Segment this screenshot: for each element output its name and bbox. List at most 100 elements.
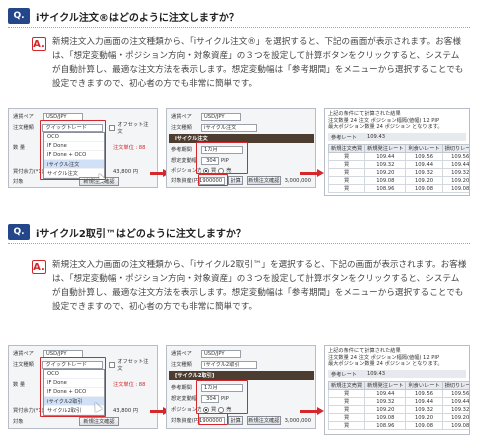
confirm-button[interactable]: 新規注文確認 bbox=[247, 176, 281, 185]
type-label: 注文種類 bbox=[171, 125, 192, 131]
summary-line: 最大ポジション数量 24 ポジション となります。 bbox=[328, 124, 443, 130]
question-badge: Q. bbox=[8, 224, 30, 240]
table-cell: 買 bbox=[327, 152, 366, 161]
range-unit: PIP bbox=[221, 157, 229, 164]
panel-header: [サイクル2取引] bbox=[169, 371, 314, 380]
dropdown-option[interactable]: OCO bbox=[44, 370, 104, 379]
right-arrow-icon bbox=[300, 169, 324, 177]
purchase-label: 買付余力(*1) bbox=[13, 408, 43, 414]
type-select[interactable]: iサイクル2取引 bbox=[201, 360, 257, 369]
direction-label: ポジション方向 bbox=[171, 168, 201, 174]
period-label: 参考期間 bbox=[171, 385, 192, 391]
table-cell: 109.08 bbox=[405, 184, 443, 193]
column-header: 新規注文売買 bbox=[327, 144, 366, 153]
calc-button[interactable]: 計算 bbox=[228, 176, 244, 185]
question-header: Q. iサイクル2取引™はどのように注文しますか？ bbox=[8, 224, 246, 240]
type-label: 注文種類 bbox=[171, 362, 192, 368]
dropdown-option[interactable]: OCO bbox=[44, 133, 104, 142]
table-cell: 買 bbox=[327, 413, 366, 422]
radio-sell[interactable] bbox=[218, 167, 225, 174]
right-arrow-icon bbox=[150, 169, 170, 177]
table-row: 買 109.32 109.44 109.44 bbox=[327, 397, 469, 406]
table-row: 買 108.96 109.08 109.08 bbox=[327, 184, 469, 193]
table-row: 買 108.96 109.08 109.08 bbox=[327, 421, 469, 430]
table-cell: 買 bbox=[327, 421, 366, 430]
asset-input[interactable]: 1900000 bbox=[198, 416, 226, 425]
offset-checkbox[interactable] bbox=[109, 361, 116, 368]
asset-total: 3,000,000 bbox=[284, 417, 312, 424]
table-cell: 109.32 bbox=[364, 397, 407, 406]
pair-select[interactable]: USD/JPY bbox=[201, 112, 241, 121]
table-cell: 109.20 bbox=[405, 176, 443, 185]
table-cell: 109.44 bbox=[364, 152, 407, 161]
range-unit: PIP bbox=[221, 395, 229, 402]
table-cell: 109.56 bbox=[441, 389, 469, 398]
result-summary: 上記の条件にて計算された結果 注文数量 24 注文 ポジション幅隔(値幅) 12… bbox=[328, 111, 443, 131]
table-cell: 109.20 bbox=[364, 405, 407, 414]
range-input[interactable]: 304 bbox=[201, 156, 219, 165]
note-label: 対象 bbox=[13, 179, 24, 185]
table-cell: 109.20 bbox=[441, 413, 469, 422]
table-cell: 109.20 bbox=[364, 168, 407, 177]
radio-buy[interactable] bbox=[203, 167, 209, 174]
table-cell: 買 bbox=[327, 397, 366, 406]
qty-label: 数 量 bbox=[13, 145, 26, 151]
range-input[interactable]: 304 bbox=[201, 394, 219, 403]
period-select[interactable]: 1カ月 bbox=[201, 383, 243, 392]
asset-input[interactable]: 1900000 bbox=[198, 176, 226, 185]
table-cell: 109.32 bbox=[441, 405, 469, 414]
reference-rate-row: 参考レート 109.43 bbox=[328, 370, 466, 378]
type-select[interactable]: iサイクル注文 bbox=[201, 123, 257, 132]
table-cell: 109.56 bbox=[405, 389, 443, 398]
column-header: 利食いレート bbox=[405, 381, 443, 390]
pair-select[interactable]: USD/JPY bbox=[43, 349, 83, 358]
table-cell: 買 bbox=[327, 389, 366, 398]
table-cell: 109.44 bbox=[441, 160, 469, 169]
dropdown-option[interactable]: IF Done + OCO bbox=[44, 388, 104, 397]
type-label: 注文種類 bbox=[13, 362, 34, 368]
rate-value: 109.43 bbox=[366, 134, 386, 140]
period-label: 参考期間 bbox=[171, 147, 192, 153]
purchase-value: 43,800 円 bbox=[113, 169, 138, 175]
answer-text: 新規注文入力画面の注文種類から、「iサイクル注文®」を選択すると、下記の画面が表… bbox=[52, 37, 464, 89]
table-cell: 109.56 bbox=[441, 152, 469, 161]
reference-rate-row: 参考レート 109.43 bbox=[328, 133, 466, 141]
table-row: 買 109.08 109.20 109.20 bbox=[327, 176, 469, 185]
table-cell: 109.20 bbox=[405, 413, 443, 422]
order-entry-panel: 通貨ペア USD/JPY 注文種類 クイックトレード オフセット注文 OCO I… bbox=[8, 345, 158, 429]
radio-buy[interactable] bbox=[203, 406, 209, 413]
result-panel: 上記の条件にて計算された結果 注文数量 24 注文 ポジション幅隔(値幅) 12… bbox=[324, 345, 470, 435]
pair-select[interactable]: USD/JPY bbox=[43, 112, 83, 121]
confirm-button[interactable]: 新規注文確認 bbox=[79, 417, 119, 426]
type-select[interactable]: クイックトレード bbox=[42, 360, 104, 369]
period-select[interactable]: 1カ月 bbox=[201, 145, 243, 154]
table-cell: 109.44 bbox=[364, 389, 407, 398]
table-row: 買 109.44 109.56 109.56 bbox=[327, 152, 469, 161]
cycle-order-panel: 通貨ペア USD/JPY 注文種類 iサイクル注文 iサイクル注文 参考期間 1… bbox=[166, 108, 316, 188]
purchase-label: 買付余力(*1) bbox=[13, 169, 43, 175]
type-label: 注文種類 bbox=[13, 125, 34, 131]
answer-text: 新規注文入力画面の注文種類から、「iサイクル2取引™」を選択すると、下記の画面が… bbox=[52, 260, 467, 312]
offset-label: オフセット注文 bbox=[117, 358, 149, 372]
pair-label: 通貨ペア bbox=[13, 351, 34, 357]
confirm-button[interactable]: 新規注文確認 bbox=[247, 416, 281, 425]
offset-label: オフセット注文 bbox=[117, 121, 149, 135]
direction-label: ポジション方向 bbox=[171, 407, 201, 413]
table-cell: 109.32 bbox=[405, 405, 443, 414]
table-cell: 109.08 bbox=[364, 176, 407, 185]
range-label: 想定変動幅 bbox=[171, 396, 197, 402]
calc-button[interactable]: 計算 bbox=[228, 416, 244, 425]
radio-buy-label: 買 bbox=[211, 407, 217, 413]
table-cell: 109.56 bbox=[405, 152, 443, 161]
pair-select[interactable]: USD/JPY bbox=[201, 349, 241, 358]
range-label: 想定変動幅 bbox=[171, 158, 197, 164]
radio-sell[interactable] bbox=[218, 406, 225, 413]
question-title: iサイクル注文®はどのように注文しますか？ bbox=[36, 12, 239, 24]
asset-total: 3,000,000 bbox=[284, 177, 312, 184]
type-select[interactable]: クイックトレード bbox=[42, 123, 104, 132]
table-row: 買 109.32 109.44 109.44 bbox=[327, 160, 469, 169]
offset-checkbox[interactable] bbox=[109, 124, 116, 131]
dropdown-option[interactable]: IF Done + OCO bbox=[44, 151, 104, 160]
table-cell: 買 bbox=[327, 176, 366, 185]
table-cell: 109.44 bbox=[405, 397, 443, 406]
